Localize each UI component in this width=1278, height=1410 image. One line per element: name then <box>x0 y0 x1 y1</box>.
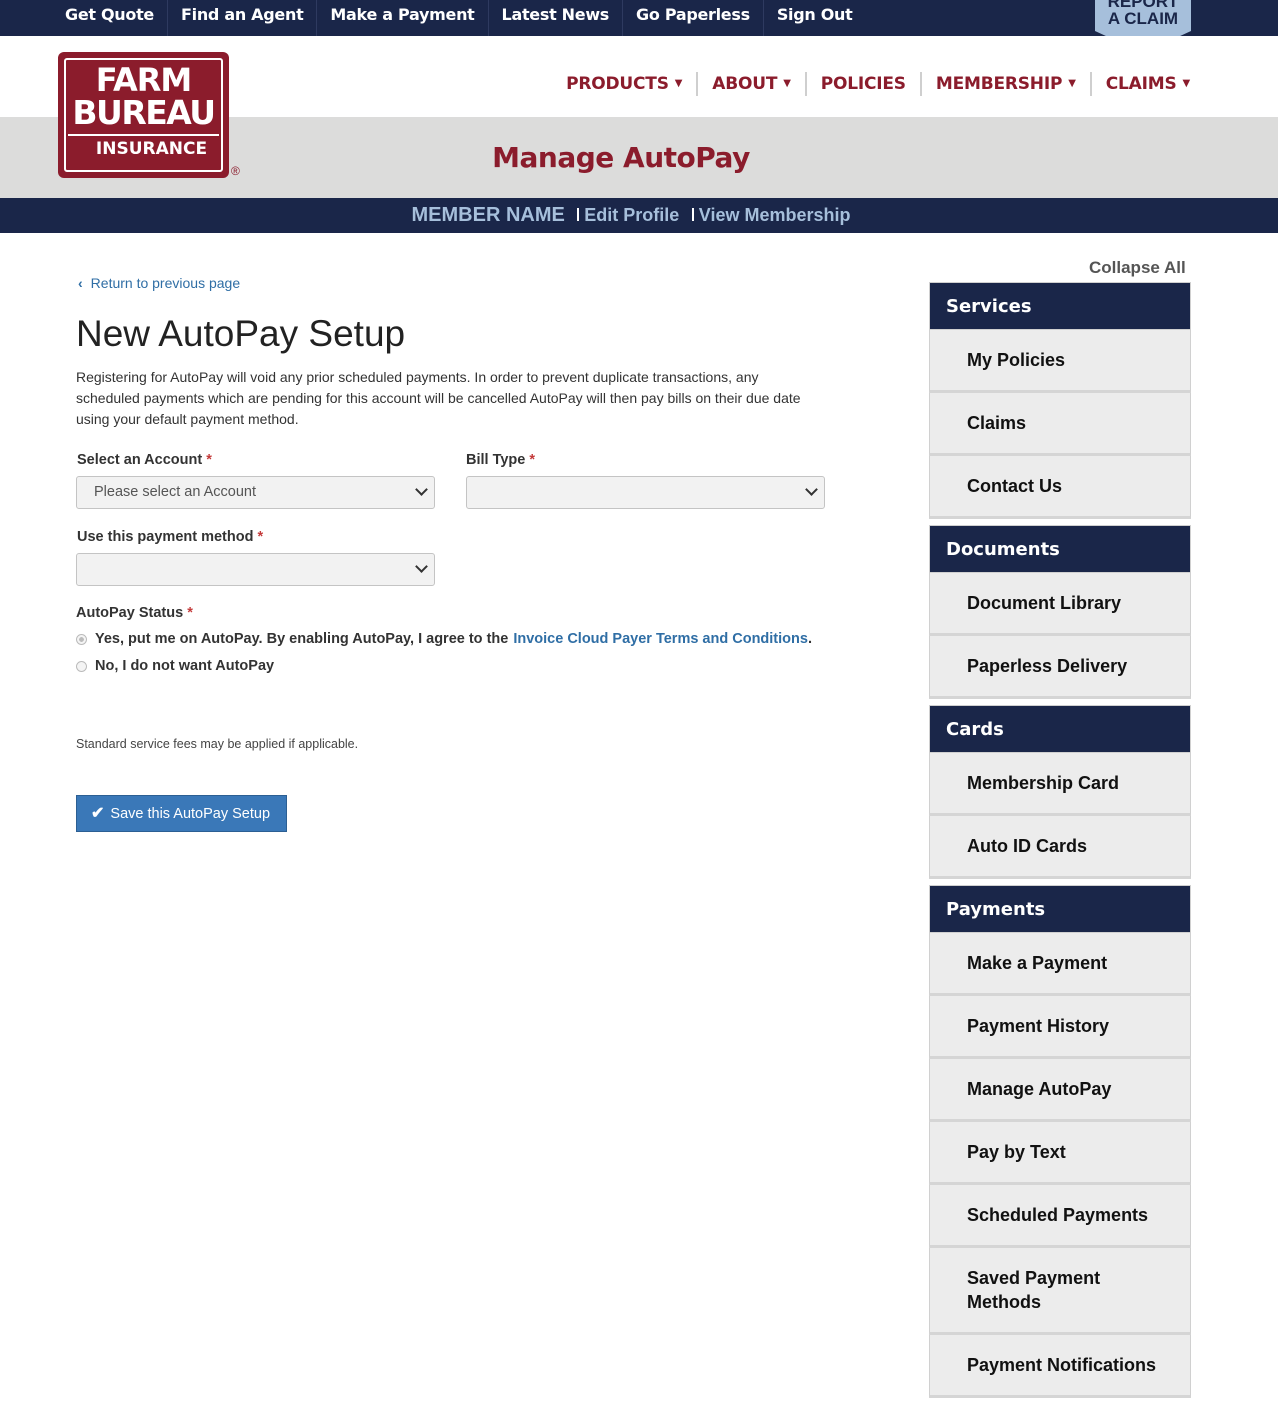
form-heading: New AutoPay Setup <box>76 313 406 354</box>
return-link-label: Return to previous page <box>90 275 241 291</box>
sidebar-item-claims[interactable]: Claims <box>929 393 1191 456</box>
member-name: MEMBER NAME <box>411 204 565 226</box>
terms-link[interactable]: Invoice Cloud Payer Terms and Conditions <box>513 631 808 647</box>
nav-membership[interactable]: MEMBERSHIP ▼ <box>922 72 1090 96</box>
sidebar-item-pay-by-text[interactable]: Pay by Text <box>929 1122 1191 1185</box>
caret-down-icon: ▼ <box>783 78 791 89</box>
caret-down-icon: ▼ <box>1182 78 1191 89</box>
nav-about[interactable]: ABOUT ▼ <box>698 72 804 96</box>
member-bar-divider <box>577 208 580 221</box>
autopay-no-radio[interactable] <box>76 660 87 672</box>
autopay-no-option[interactable]: No, I do not want AutoPay <box>76 658 274 674</box>
fees-note: Standard service fees may be applied if … <box>76 737 359 751</box>
logo-line1: FARM <box>95 61 192 99</box>
member-bar: MEMBER NAME Edit Profile View Membership <box>0 198 1278 233</box>
autopay-status-label-text: AutoPay Status <box>76 605 184 621</box>
caret-down-icon: ▼ <box>674 78 683 89</box>
bill-type-select[interactable] <box>466 476 825 509</box>
report-claim-button[interactable]: REPORT A CLAIM <box>1095 0 1191 31</box>
sign-out-link[interactable]: Sign Out <box>764 0 866 36</box>
autopay-status-label: AutoPay Status * <box>76 605 193 621</box>
required-mark: * <box>257 529 264 545</box>
sidebar-item-my-policies[interactable]: My Policies <box>929 330 1191 393</box>
sidebar-item-contact-us[interactable]: Contact Us <box>929 456 1191 519</box>
sidebar-item-auto-id-cards[interactable]: Auto ID Cards <box>929 816 1191 879</box>
autopay-no-label: No, I do not want AutoPay <box>95 658 275 674</box>
section-services-header[interactable]: Services <box>929 282 1191 330</box>
account-label: Select an Account * <box>77 452 212 468</box>
sidebar-item-saved-payment-methods[interactable]: Saved Payment Methods <box>929 1248 1191 1335</box>
chevron-down-icon <box>415 560 428 573</box>
autopay-yes-label: Yes, put me on AutoPay. By enabling Auto… <box>95 631 509 647</box>
sidebar-item-make-payment[interactable]: Make a Payment <box>929 933 1191 996</box>
sidebar-item-membership-card[interactable]: Membership Card <box>929 753 1191 816</box>
latest-news-link[interactable]: Latest News <box>489 0 624 36</box>
get-quote-link[interactable]: Get Quote <box>52 0 168 36</box>
sidebar-item-scheduled-payments[interactable]: Scheduled Payments <box>929 1185 1191 1248</box>
nav-products-label: PRODUCTS <box>566 74 669 94</box>
sidebar-nav: Services My Policies Claims Contact Us D… <box>929 282 1191 1398</box>
payment-method-select[interactable] <box>76 553 435 586</box>
farm-bureau-logo[interactable]: FARM BUREAU INSURANCE <box>58 52 229 178</box>
payment-method-label: Use this payment method * <box>77 529 263 545</box>
bill-type-label: Bill Type * <box>466 452 535 468</box>
required-mark: * <box>187 605 193 621</box>
account-select-value: Please select an Account <box>94 484 257 500</box>
sidebar-item-manage-autopay[interactable]: Manage AutoPay <box>929 1059 1191 1122</box>
caret-down-icon: ▼ <box>1068 78 1076 89</box>
sidebar-item-payment-notifications[interactable]: Payment Notifications <box>929 1335 1191 1398</box>
autopay-description: Registering for AutoPay will void any pr… <box>76 369 801 427</box>
nav-membership-label: MEMBERSHIP <box>935 74 1063 94</box>
terms-period: . <box>807 631 812 647</box>
nav-policies[interactable]: POLICIES <box>807 72 920 96</box>
return-link[interactable]: ‹ Return to previous page <box>78 275 240 291</box>
main-nav: PRODUCTS ▼ ABOUT ▼ POLICIES MEMBERSHIP ▼ CL… <box>552 72 1190 96</box>
registered-mark: ® <box>231 164 240 178</box>
check-icon: ✔ <box>91 805 105 822</box>
section-documents-header[interactable]: Documents <box>929 525 1191 573</box>
utility-nav: Get Quote Find an Agent Make a Payment L… <box>52 0 865 36</box>
autopay-yes-radio[interactable] <box>76 633 87 645</box>
chevron-down-icon <box>805 483 818 496</box>
section-cards-header[interactable]: Cards <box>929 705 1191 753</box>
utility-bar: Get Quote Find an Agent Make a Payment L… <box>0 0 1278 36</box>
sidebar-item-document-library[interactable]: Document Library <box>929 573 1191 636</box>
required-mark: * <box>529 452 536 468</box>
save-autopay-button-label: Save this AutoPay Setup <box>110 806 271 822</box>
nav-claims-label: CLAIMS <box>1105 74 1177 94</box>
bill-type-label-text: Bill Type <box>466 452 526 468</box>
chevron-left-icon: ‹ <box>78 275 83 291</box>
required-mark: * <box>206 452 212 468</box>
member-bar-divider <box>691 208 694 221</box>
account-label-text: Select an Account <box>77 452 203 468</box>
nav-products[interactable]: PRODUCTS ▼ <box>552 72 696 96</box>
nav-claims[interactable]: CLAIMS ▼ <box>1092 72 1190 96</box>
sidebar-item-saved-payment-methods-label: Saved Payment Methods <box>967 1268 1101 1312</box>
edit-profile-link[interactable]: Edit Profile <box>584 205 679 225</box>
payment-method-label-text: Use this payment method <box>77 529 254 545</box>
logo-line3: INSURANCE <box>68 134 219 162</box>
nav-about-label: ABOUT <box>712 74 778 94</box>
collapse-all-link[interactable]: Collapse All <box>1089 258 1186 278</box>
sidebar-item-payment-history[interactable]: Payment History <box>929 996 1191 1059</box>
section-payments-header[interactable]: Payments <box>929 885 1191 933</box>
account-select[interactable]: Please select an Account <box>76 476 435 509</box>
report-claim-line1: REPORT <box>1107 0 1179 11</box>
view-membership-link[interactable]: View Membership <box>699 205 851 225</box>
logo-line2: BUREAU <box>72 93 216 132</box>
report-claim-line2: A CLAIM <box>1107 9 1179 28</box>
go-paperless-link[interactable]: Go Paperless <box>623 0 764 36</box>
find-agent-link[interactable]: Find an Agent <box>168 0 318 36</box>
chevron-down-icon <box>415 483 428 496</box>
save-autopay-button[interactable]: ✔ Save this AutoPay Setup <box>76 795 287 832</box>
make-payment-link[interactable]: Make a Payment <box>317 0 489 36</box>
autopay-yes-option[interactable]: Yes, put me on AutoPay. By enabling Auto… <box>76 631 812 647</box>
sidebar-item-paperless-delivery[interactable]: Paperless Delivery <box>929 636 1191 699</box>
